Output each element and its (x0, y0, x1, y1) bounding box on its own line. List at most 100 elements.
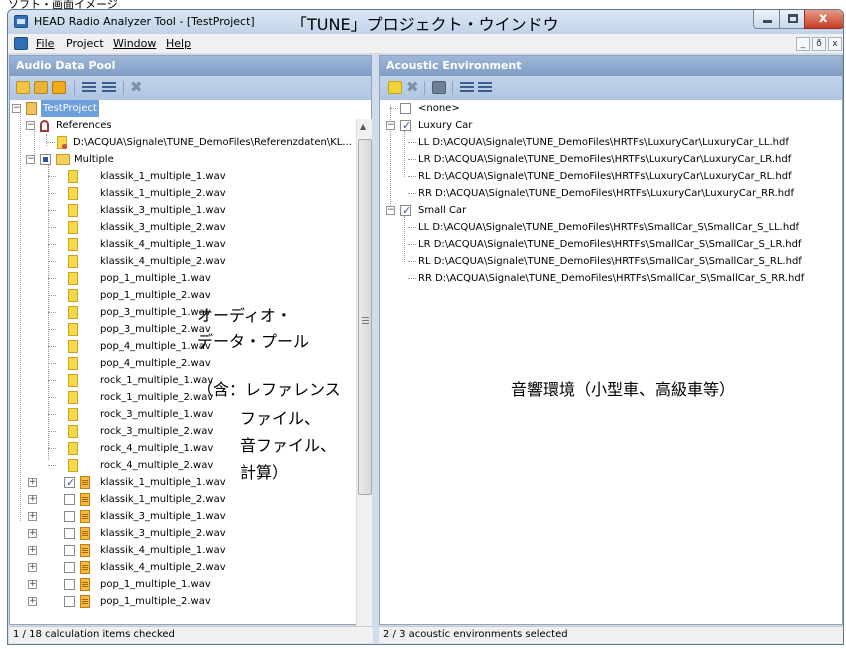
tree-luxury-car[interactable]: − Luxury Car (384, 117, 472, 134)
expand-icon[interactable]: + (28, 597, 37, 606)
list-item[interactable]: pop_3_multiple_1.wav (48, 304, 211, 321)
mdi-minimize-button[interactable]: _ (796, 37, 810, 51)
list-item[interactable]: RL D:\ACQUA\Signale\TUNE_DemoFiles\HRTFs… (408, 253, 802, 270)
vertical-scrollbar[interactable]: ▲ ▼ (356, 119, 372, 644)
uncheck-list-icon[interactable] (478, 82, 492, 94)
list-item[interactable]: klassik_4_multiple_2.wav (48, 253, 226, 270)
scroll-up-icon[interactable]: ▲ (360, 122, 366, 131)
list-item[interactable]: + pop_1_multiple_1.wav (28, 576, 211, 593)
calculation-checkbox[interactable] (64, 474, 75, 491)
mdi-close-button[interactable]: x (828, 37, 842, 51)
calculation-checkbox[interactable] (64, 494, 75, 505)
calculation-checkbox[interactable] (64, 545, 75, 556)
expand-icon[interactable]: + (28, 478, 37, 487)
menu-file[interactable]: File (36, 37, 54, 50)
folder-icon[interactable] (432, 81, 446, 94)
list-item[interactable]: rock_3_multiple_1.wav (48, 406, 213, 423)
list-item[interactable]: LR D:\ACQUA\Signale\TUNE_DemoFiles\HRTFs… (408, 236, 801, 253)
calculation-checkbox[interactable] (64, 579, 75, 590)
collapse-icon[interactable]: − (386, 121, 395, 130)
tree-none[interactable]: <none> (384, 100, 460, 117)
toolbar-separator (123, 81, 124, 95)
grip-icon (362, 317, 369, 324)
list-item[interactable]: RL D:\ACQUA\Signale\TUNE_DemoFiles\HRTFs… (408, 168, 792, 185)
collapse-icon[interactable]: − (12, 104, 21, 113)
tree-small-car[interactable]: − Small Car (384, 202, 466, 219)
expand-icon[interactable]: + (28, 495, 37, 504)
calculation-checkbox[interactable] (64, 596, 75, 607)
list-item[interactable]: + klassik_3_multiple_1.wav (28, 508, 226, 525)
multiple-checkbox[interactable] (40, 154, 51, 165)
expand-icon[interactable]: + (28, 580, 37, 589)
list-item[interactable]: LL D:\ACQUA\Signale\TUNE_DemoFiles\HRTFs… (408, 219, 799, 236)
list-item[interactable]: + pop_1_multiple_2.wav (28, 593, 211, 610)
list-item[interactable]: pop_3_multiple_2.wav (48, 321, 211, 338)
list-item[interactable]: klassik_3_multiple_1.wav (48, 202, 226, 219)
menu-help[interactable]: Help (166, 37, 191, 50)
collapse-icon[interactable]: − (26, 155, 35, 164)
list-item[interactable]: klassik_3_multiple_2.wav (48, 219, 226, 236)
small-car-checkbox[interactable] (400, 202, 411, 219)
calculation-checkbox[interactable] (64, 528, 75, 539)
list-item[interactable]: + klassik_4_multiple_1.wav (28, 542, 226, 559)
calculation-checkbox[interactable] (64, 511, 75, 522)
mdi-restore-button[interactable]: ð (812, 37, 826, 51)
uncheck-list-icon[interactable] (102, 82, 116, 94)
minimize-button[interactable] (753, 10, 780, 29)
tree-multiple[interactable]: − Multiple (26, 151, 114, 168)
list-item[interactable]: pop_4_multiple_1.wav (48, 338, 211, 355)
list-item[interactable]: + klassik_1_multiple_2.wav (28, 491, 226, 508)
list-item[interactable]: rock_4_multiple_1.wav (48, 440, 213, 457)
tree-reference-file[interactable]: D:\ACQUA\Signale\TUNE_DemoFiles\Referenz… (47, 134, 352, 151)
list-item[interactable]: rock_4_multiple_2.wav (48, 457, 213, 474)
panel-title: Audio Data Pool (10, 56, 371, 76)
title-bar[interactable]: HEAD Radio Analyzer Tool - [TestProject]… (8, 10, 843, 34)
new-folder-icon[interactable] (16, 81, 30, 94)
none-checkbox[interactable] (400, 103, 411, 114)
calculation-checkbox[interactable] (64, 562, 75, 573)
add-files-icon[interactable] (52, 81, 66, 94)
check-list-icon[interactable] (82, 82, 96, 94)
list-item[interactable]: rock_1_multiple_1.wav (48, 372, 213, 389)
list-item[interactable]: + klassik_4_multiple_2.wav (28, 559, 226, 576)
maximize-button[interactable] (779, 10, 805, 29)
collapse-icon[interactable]: − (386, 206, 395, 215)
tree-references[interactable]: − References (26, 117, 112, 134)
tree-project[interactable]: − TestProject (12, 100, 99, 117)
expand-icon[interactable]: + (28, 512, 37, 521)
delete-icon[interactable]: ✖ (130, 78, 143, 96)
list-item[interactable]: rock_3_multiple_2.wav (48, 423, 213, 440)
audio-file-icon (68, 170, 78, 183)
list-item[interactable]: klassik_1_multiple_1.wav (48, 168, 226, 185)
list-item[interactable]: rock_1_multiple_2.wav (48, 389, 213, 406)
list-item[interactable]: klassik_1_multiple_2.wav (48, 185, 226, 202)
reference-file-icon (57, 136, 67, 149)
check-list-icon[interactable] (460, 82, 474, 94)
expand-icon[interactable]: + (28, 546, 37, 555)
list-item[interactable]: + klassik_1_multiple_1.wav (28, 474, 226, 491)
luxury-car-checkbox[interactable] (400, 117, 411, 134)
expand-icon[interactable]: + (28, 563, 37, 572)
delete-icon[interactable]: ✖ (406, 78, 419, 96)
list-item[interactable]: + klassik_3_multiple_2.wav (28, 525, 226, 542)
list-item[interactable]: LL D:\ACQUA\Signale\TUNE_DemoFiles\HRTFs… (408, 134, 789, 151)
top-caption: ソフト・画面イメージ (8, 0, 118, 9)
expand-icon[interactable]: + (28, 529, 37, 538)
list-item[interactable]: RR D:\ACQUA\Signale\TUNE_DemoFiles\HRTFs… (408, 270, 804, 287)
menu-window[interactable]: Window (113, 37, 156, 50)
collapse-icon[interactable]: − (26, 121, 35, 130)
new-environment-icon[interactable] (388, 81, 402, 94)
list-item[interactable]: klassik_4_multiple_1.wav (48, 236, 226, 253)
window-annotation: 「TUNE」プロジェクト・ウインドウ (291, 15, 559, 34)
list-item[interactable]: RR D:\ACQUA\Signale\TUNE_DemoFiles\HRTFs… (408, 185, 794, 202)
list-item[interactable]: LR D:\ACQUA\Signale\TUNE_DemoFiles\HRTFs… (408, 151, 791, 168)
list-item[interactable]: pop_4_multiple_2.wav (48, 355, 211, 372)
list-item[interactable]: pop_1_multiple_2.wav (48, 287, 211, 304)
calculation-icon (80, 476, 90, 489)
list-item[interactable]: pop_1_multiple_1.wav (48, 270, 211, 287)
scrollbar-thumb[interactable] (358, 139, 372, 495)
menu-project[interactable]: Project (66, 37, 104, 50)
open-folder-icon[interactable] (34, 81, 48, 94)
document-icon[interactable] (14, 37, 28, 50)
close-button[interactable]: x (804, 10, 843, 29)
